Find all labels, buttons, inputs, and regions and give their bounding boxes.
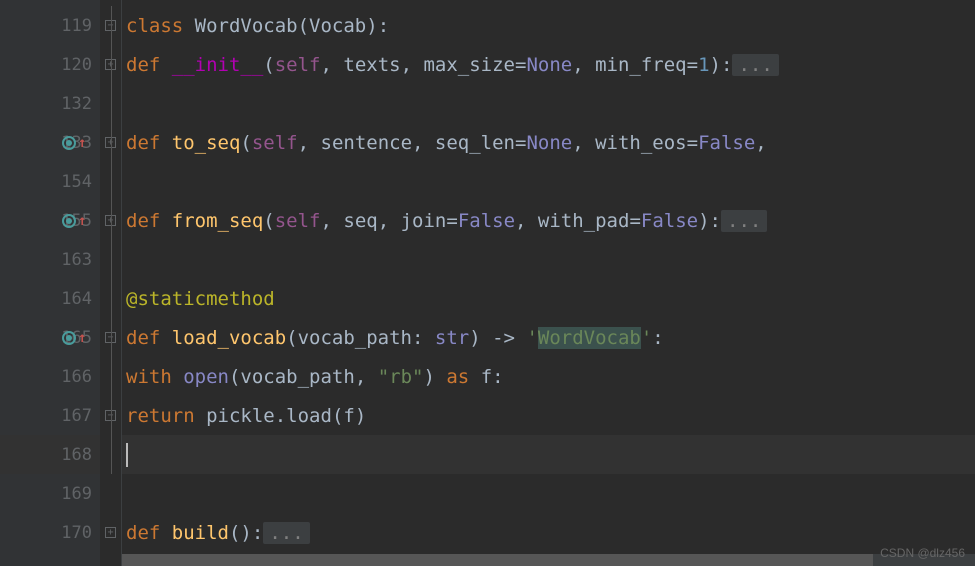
line-number: 168: [52, 445, 92, 465]
code-line[interactable]: with open(vocab_path, "rb") as f:: [122, 357, 975, 396]
code-area[interactable]: class WordVocab(Vocab): def __init__(sel…: [122, 0, 975, 566]
line-number: 163: [52, 250, 92, 270]
folded-code-icon[interactable]: ...: [721, 210, 767, 232]
code-line[interactable]: def from_seq(self, seq, join=False, with…: [122, 201, 975, 240]
horizontal-scrollbar[interactable]: [122, 554, 975, 566]
fold-column: − + + + − − +: [100, 0, 122, 566]
override-marker-icon[interactable]: ↑: [62, 213, 86, 229]
code-line[interactable]: class WordVocab(Vocab):: [122, 6, 975, 45]
code-line[interactable]: def load_vocab(vocab_path: str) -> 'Word…: [122, 318, 975, 357]
code-line[interactable]: [122, 84, 975, 123]
line-number: 164: [52, 289, 92, 309]
override-marker-icon[interactable]: ↑: [62, 135, 86, 151]
line-number: 166: [52, 367, 92, 387]
gutter: 119 120 132 133↑ 154 155↑ 163 164 165↑ 1…: [0, 0, 100, 566]
code-line[interactable]: return pickle.load(f): [122, 396, 975, 435]
line-number: 167: [52, 406, 92, 426]
line-number: 132: [52, 94, 92, 114]
line-number: 170: [52, 523, 92, 543]
code-line[interactable]: [122, 240, 975, 279]
scrollbar-thumb[interactable]: [122, 554, 873, 566]
code-line[interactable]: [122, 162, 975, 201]
code-editor[interactable]: 119 120 132 133↑ 154 155↑ 163 164 165↑ 1…: [0, 0, 975, 566]
folded-code-icon[interactable]: ...: [263, 522, 309, 544]
line-number: 120: [52, 55, 92, 75]
code-line[interactable]: def to_seq(self, sentence, seq_len=None,…: [122, 123, 975, 162]
line-number: 154: [52, 172, 92, 192]
folded-code-icon[interactable]: ...: [732, 54, 778, 76]
line-number: 119: [52, 16, 92, 36]
code-line[interactable]: [122, 474, 975, 513]
code-line[interactable]: @staticmethod: [122, 279, 975, 318]
code-line-current[interactable]: [122, 435, 975, 474]
fold-expand-icon[interactable]: +: [105, 527, 116, 538]
watermark: CSDN @dlz456: [880, 546, 965, 560]
override-marker-icon[interactable]: ↑: [62, 330, 86, 346]
code-line[interactable]: def build():...: [122, 513, 975, 552]
line-number: 169: [52, 484, 92, 504]
code-line[interactable]: def __init__(self, texts, max_size=None,…: [122, 45, 975, 84]
text-cursor: [126, 443, 128, 467]
